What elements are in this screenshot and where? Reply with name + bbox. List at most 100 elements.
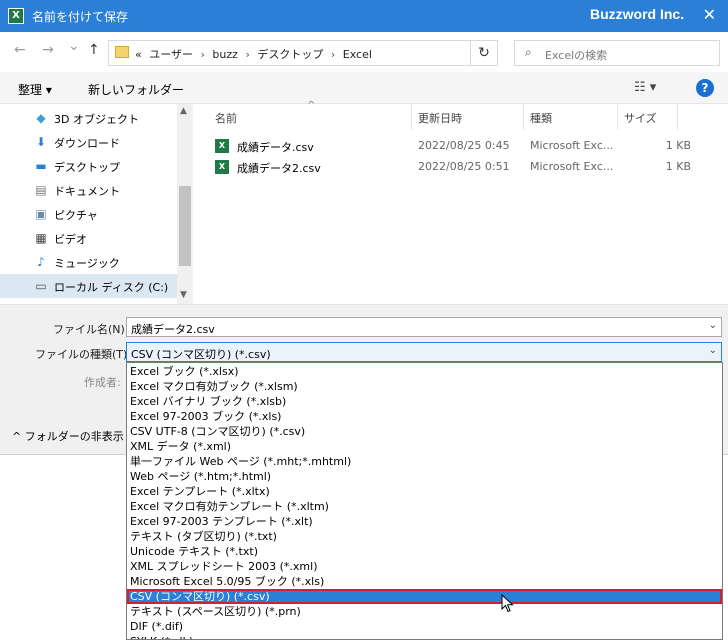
sidebar-item[interactable]: ▬ デスクトップ xyxy=(0,154,177,178)
filetype-value: CSV (コンマ区切り) (*.csv) xyxy=(131,348,271,361)
filetype-option[interactable]: SYLK (*.slk) xyxy=(127,634,722,639)
new-folder-button[interactable]: 新しいフォルダー xyxy=(88,81,184,98)
file-list: 名前 ^ 更新日時 種類 サイズ X 成績データ.csv 2022/08/25 … xyxy=(193,100,728,304)
cube-icon: ◆ xyxy=(36,111,46,125)
column-divider[interactable] xyxy=(617,104,618,130)
chevron-right-icon[interactable]: › xyxy=(245,48,249,61)
filetype-option[interactable]: Excel マクロ有効ブック (*.xlsm) xyxy=(127,379,722,394)
forward-button[interactable]: → xyxy=(42,42,54,58)
excel-app-icon: X xyxy=(8,8,24,24)
filetype-option[interactable]: Excel 97-2003 ブック (*.xls) xyxy=(127,409,722,424)
address-bar[interactable]: « ユーザー › buzz › デスクトップ › Excel xyxy=(108,40,498,66)
scroll-down-icon[interactable]: ▼ xyxy=(180,290,187,300)
sidebar-item-label: デスクトップ xyxy=(54,161,120,174)
filename-input[interactable]: 成績データ2.csv ⌄ xyxy=(126,317,722,337)
recent-locations-button[interactable]: ⌄ xyxy=(68,38,80,54)
sidebar-item[interactable]: ▦ ビデオ xyxy=(0,226,177,250)
chevron-right-icon[interactable]: › xyxy=(201,48,205,61)
column-header-type[interactable]: 種類 xyxy=(530,110,552,126)
column-divider[interactable] xyxy=(677,104,678,130)
close-button[interactable]: ✕ xyxy=(703,5,716,24)
up-button[interactable]: ↑ xyxy=(88,42,100,58)
filetype-option[interactable]: Microsoft Excel 5.0/95 ブック (*.xls) xyxy=(127,574,722,589)
filetype-option[interactable]: Excel テンプレート (*.xltx) xyxy=(127,484,722,499)
sidebar-item[interactable]: ▤ ドキュメント xyxy=(0,178,177,202)
desktop-icon: ▬ xyxy=(35,159,47,173)
filename-value: 成績データ2.csv xyxy=(131,323,215,336)
sidebar-item[interactable]: ▭ ローカル ディスク (C:) xyxy=(0,274,177,298)
sort-indicator-icon: ^ xyxy=(307,100,316,111)
breadcrumb-users[interactable]: ユーザー xyxy=(149,48,193,61)
filetype-option[interactable]: Excel 97-2003 テンプレート (*.xlt) xyxy=(127,514,722,529)
filetype-option[interactable]: Excel マクロ有効テンプレート (*.xltm) xyxy=(127,499,722,514)
search-box[interactable]: ⌕ Excelの検索 xyxy=(514,40,720,66)
disk-icon: ▭ xyxy=(35,279,47,293)
scroll-up-icon[interactable]: ▲ xyxy=(180,106,187,116)
filename-label: ファイル名(N): xyxy=(53,323,129,336)
file-type: Microsoft Exc... xyxy=(530,139,614,152)
filetype-option[interactable]: CSV (コンマ区切り) (*.csv) xyxy=(127,589,722,604)
sidebar-item-label: ローカル ディスク (C:) xyxy=(54,281,169,294)
column-header-date[interactable]: 更新日時 xyxy=(418,110,462,126)
sidebar-item-label: ダウンロード xyxy=(54,137,120,150)
sidebar-item-label: ドキュメント xyxy=(54,185,120,198)
back-button[interactable]: ← xyxy=(14,42,26,58)
view-options-button[interactable]: ☷ ▾ xyxy=(634,80,656,95)
sidebar-item[interactable]: ▣ ピクチャ xyxy=(0,202,177,226)
chevron-down-icon[interactable]: ⌄ xyxy=(709,320,717,331)
filetype-option[interactable]: Web ページ (*.htm;*.html) xyxy=(127,469,722,484)
file-row[interactable]: X 成績データ.csv 2022/08/25 0:45 Microsoft Ex… xyxy=(193,136,728,156)
filetype-option[interactable]: CSV UTF-8 (コンマ区切り) (*.csv) xyxy=(127,424,722,439)
help-button[interactable]: ? xyxy=(696,79,714,97)
filetype-dropdown-list: Excel ブック (*.xlsx) Excel マクロ有効ブック (*.xlsm… xyxy=(126,362,723,640)
file-size: 1 KB xyxy=(665,139,691,152)
breadcrumb-excel[interactable]: Excel xyxy=(343,48,372,61)
file-name: 成績データ.csv xyxy=(237,141,314,154)
filetype-option[interactable]: Unicode テキスト (*.txt) xyxy=(127,544,722,559)
author-label: 作成者: xyxy=(84,376,121,389)
search-placeholder: Excelの検索 xyxy=(545,49,608,62)
title-bar: X 名前を付けて保存 Buzzword Inc. ✕ xyxy=(0,0,728,32)
filetype-option[interactable]: XML データ (*.xml) xyxy=(127,439,722,454)
folder-icon xyxy=(115,46,129,58)
breadcrumb-overflow[interactable]: « xyxy=(135,48,142,61)
company-label: Buzzword Inc. xyxy=(590,6,685,22)
filetype-option[interactable]: DIF (*.dif) xyxy=(127,619,722,634)
filetype-option[interactable]: 単一ファイル Web ページ (*.mht;*.mhtml) xyxy=(127,454,722,469)
file-type: Microsoft Exc... xyxy=(530,160,614,173)
search-icon: ⌕ xyxy=(525,45,532,59)
sidebar-item[interactable]: ♪ ミュージック xyxy=(0,250,177,274)
command-bar: 整理 ▾ 新しいフォルダー ☷ ▾ ? xyxy=(0,72,728,104)
filetype-label: ファイルの種類(T): xyxy=(35,348,132,361)
file-row[interactable]: X 成績データ2.csv 2022/08/25 0:51 Microsoft E… xyxy=(193,157,728,177)
file-date: 2022/08/25 0:51 xyxy=(418,160,510,173)
hide-folders-button[interactable]: ^ フォルダーの非表示 xyxy=(12,428,124,444)
filetype-option[interactable]: Excel バイナリ ブック (*.xlsb) xyxy=(127,394,722,409)
window-title: 名前を付けて保存 xyxy=(32,10,129,24)
sidebar-item[interactable]: ◆ 3D オブジェクト xyxy=(0,106,177,130)
organize-button[interactable]: 整理 ▾ xyxy=(18,81,52,98)
sidebar-item[interactable]: ⬇ ダウンロード xyxy=(0,130,177,154)
breadcrumb-desktop[interactable]: デスクトップ xyxy=(257,48,323,61)
column-divider[interactable] xyxy=(411,104,412,130)
picture-icon: ▣ xyxy=(35,207,47,221)
filetype-option[interactable]: テキスト (タブ区切り) (*.txt) xyxy=(127,529,722,544)
navigation-bar: ← → ⌄ ↑ « ユーザー › buzz › デスクトップ › Excel ↻… xyxy=(0,32,728,72)
breadcrumb-buzz[interactable]: buzz xyxy=(212,48,238,61)
scrollbar-thumb[interactable] xyxy=(179,186,191,266)
sidebar-item-label: ビデオ xyxy=(54,233,87,246)
filetype-select[interactable]: CSV (コンマ区切り) (*.csv) ⌄ xyxy=(126,342,722,362)
column-header-name[interactable]: 名前 xyxy=(215,110,237,126)
csv-file-icon: X xyxy=(215,160,229,174)
chevron-right-icon[interactable]: › xyxy=(331,48,335,61)
filetype-option[interactable]: テキスト (スペース区切り) (*.prn) xyxy=(127,604,722,619)
navigation-scrollbar[interactable]: ▲ ▼ xyxy=(177,104,193,304)
filetype-option[interactable]: Excel ブック (*.xlsx) xyxy=(127,364,722,379)
csv-file-icon: X xyxy=(215,139,229,153)
refresh-button[interactable]: ↻ xyxy=(470,40,498,66)
column-header-size[interactable]: サイズ xyxy=(624,110,657,126)
chevron-down-icon[interactable]: ⌄ xyxy=(709,345,717,356)
filetype-option[interactable]: XML スプレッドシート 2003 (*.xml) xyxy=(127,559,722,574)
sidebar-item-label: ピクチャ xyxy=(54,209,98,222)
column-divider[interactable] xyxy=(523,104,524,130)
